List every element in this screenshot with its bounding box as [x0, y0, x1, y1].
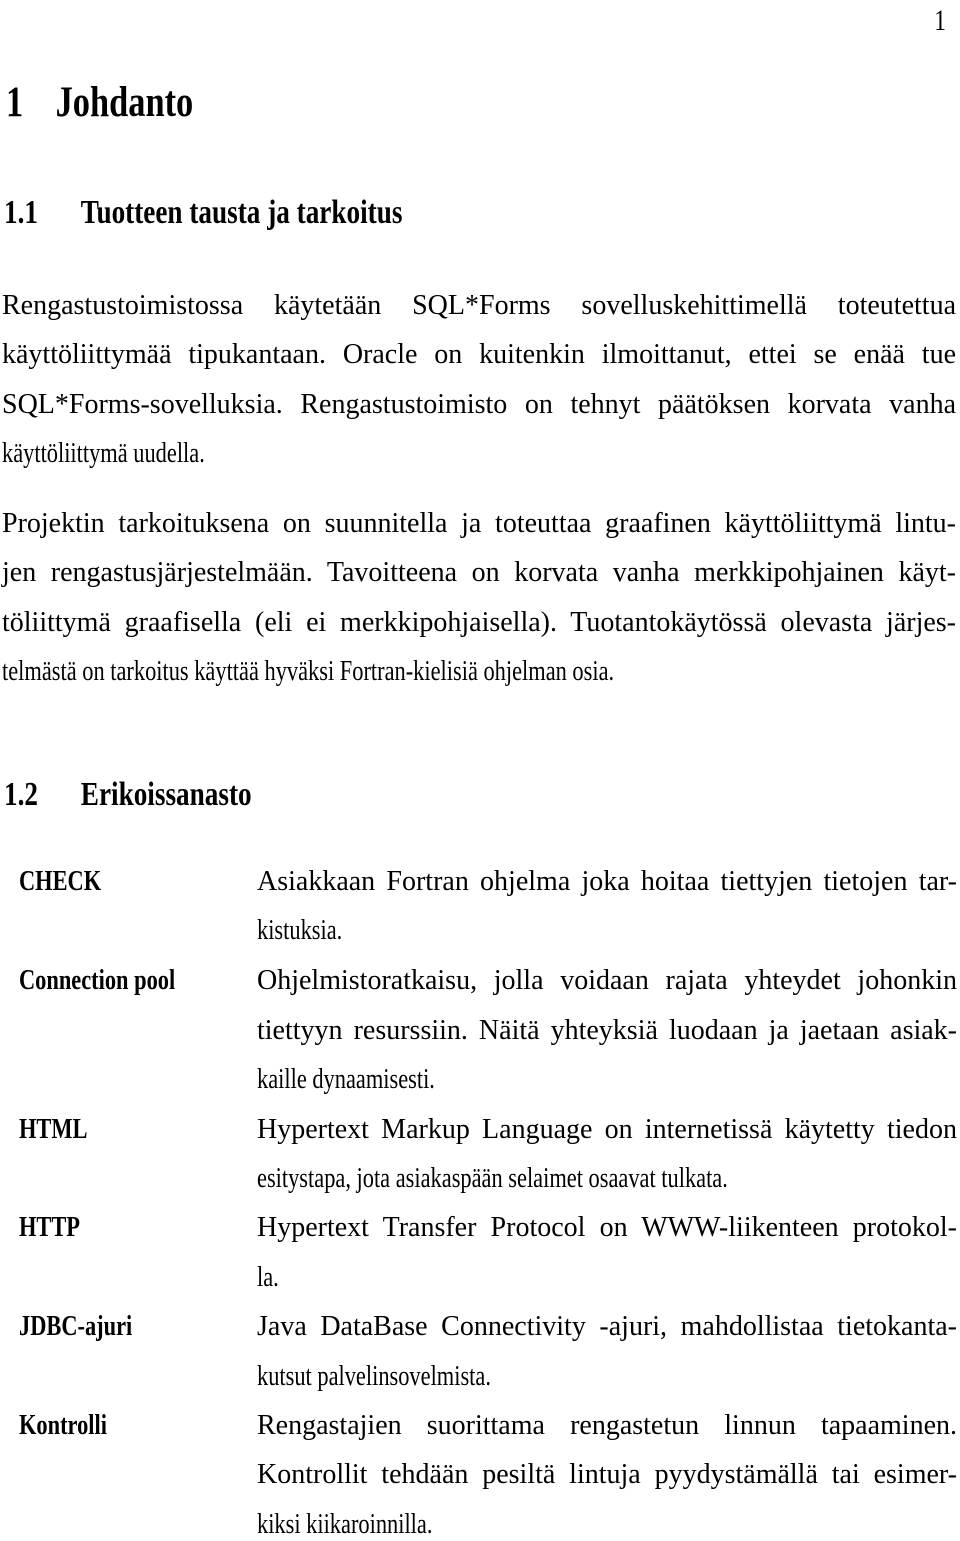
section-title: Erikoissanasto	[80, 776, 252, 813]
glossary-definition-line: Kontrollit tehdään pesiltä lintuja pyydy…	[257, 1459, 957, 1490]
paragraph-line: SQL*Forms-sovelluksia. Rengastustoimisto…	[2, 389, 956, 420]
glossary-term: HTTP	[19, 1212, 80, 1243]
section-heading-1-2: 1.2 Erikoissanasto	[4, 776, 252, 814]
glossary-term: Kontrolli	[19, 1410, 107, 1441]
glossary-definition-line: Ohjelmistoratkaisu, jolla voidaan rajata…	[257, 965, 957, 996]
paragraph-line: käyttöliittymää tipukantaan. Oracle on k…	[2, 339, 956, 370]
glossary-term: HTML	[19, 1114, 88, 1145]
chapter-number: 1	[6, 79, 24, 126]
glossary-term: Connection pool	[19, 965, 176, 996]
chapter-title: Johdanto	[55, 79, 194, 126]
glossary-definition-line: la.	[257, 1262, 279, 1293]
paragraph-line: jen rengastusjärjestelmään. Tavoitteena …	[2, 557, 956, 588]
paragraph-line: Rengastustoimistossa käytetään SQL*Forms…	[2, 290, 956, 321]
glossary-definition-line: Asiakkaan Fortran ohjelma joka hoitaa ti…	[257, 866, 957, 897]
section-heading-1-1: 1.1 Tuotteen tausta ja tarkoitus	[4, 194, 402, 232]
glossary-definition-line: kaille dynaamisesti.	[257, 1064, 435, 1095]
glossary-definition-line: esitystapa, jota asiakaspään selaimet os…	[257, 1163, 728, 1194]
glossary-definition-line: Java DataBase Connectivity -ajuri, mahdo…	[257, 1311, 957, 1342]
glossary-definition-line: Hypertext Transfer Protocol on WWW-liike…	[257, 1212, 957, 1243]
glossary-term: JDBC-ajuri	[19, 1311, 133, 1342]
chapter-heading: 1 Johdanto	[6, 78, 193, 127]
section-title: Tuotteen tausta ja tarkoitus	[80, 194, 403, 231]
glossary-term: CHECK	[19, 866, 102, 897]
page-number: 1	[934, 4, 946, 37]
paragraph-line: käyttöliittymä uudella.	[2, 438, 205, 469]
glossary-definition-line: kutsut palvelinsovelmista.	[257, 1361, 491, 1392]
glossary-definition-line: Hypertext Markup Language on internetiss…	[257, 1114, 957, 1145]
paragraph-line: töliittymä graafisella (eli ei merkkipoh…	[2, 607, 956, 638]
paragraph-line: telmästä on tarkoitus käyttää hyväksi Fo…	[2, 656, 615, 687]
glossary-definition-line: Rengastajien suorittama rengastetun linn…	[257, 1410, 957, 1441]
glossary-definition-line: kiksi kiikaroinnilla.	[257, 1509, 433, 1540]
glossary-definition-line: tiettyyn resurssiin. Näitä yhteyksiä luo…	[257, 1015, 957, 1046]
paragraph-line: Projektin tarkoituksena on suunnitella j…	[2, 508, 956, 539]
section-number: 1.2	[4, 776, 38, 813]
glossary-definition-line: kistuksia.	[257, 915, 343, 946]
section-number: 1.1	[4, 194, 38, 231]
